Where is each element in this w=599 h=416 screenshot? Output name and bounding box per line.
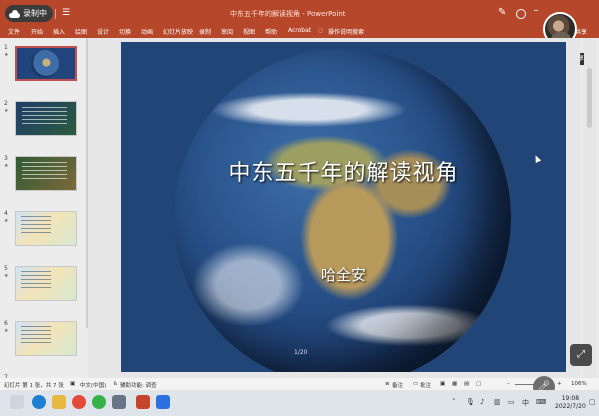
comments-icon: ▭ (413, 381, 419, 387)
slide-count: 幻灯片 第 1 张，共 7 张 (4, 383, 64, 389)
tell-me-search[interactable]: 操作说明搜索 (328, 27, 364, 36)
tab-acrobat[interactable]: Acrobat (288, 27, 311, 34)
earth-globe-image (174, 49, 511, 372)
normal-view-icon[interactable]: ▣ (440, 381, 445, 387)
account-icon[interactable] (516, 9, 526, 19)
star-icon: ★ (4, 273, 9, 279)
slide-thumbnail-3[interactable] (15, 156, 77, 191)
slide-thumbnails-pane: 1 ★ 2 ★ 3 ★ 4 ★ 5 ★ 6 ★ 7 (0, 38, 88, 381)
tab-transitions[interactable]: 切换 (119, 27, 131, 36)
cloud-icon (9, 9, 20, 18)
tab-insert[interactable]: 插入 (53, 27, 65, 36)
zoom-level[interactable]: 106% (571, 381, 587, 387)
minimize-button[interactable]: – (531, 4, 541, 18)
app-icon[interactable] (112, 395, 126, 409)
accessibility-status[interactable]: 辅助功能: 调查 (120, 381, 157, 389)
slide-sorter-icon[interactable]: ▦ (452, 381, 457, 387)
star-icon: ★ (4, 218, 9, 224)
accessibility-icon: ♿ (113, 381, 118, 387)
slide-thumbnail-2[interactable] (15, 101, 77, 136)
zoom-out-icon[interactable]: – (507, 381, 510, 387)
title-bar: 录制中 ☰ 中东五千年的解读视角 - PowerPoint ✎ – (0, 0, 599, 28)
slide-title: 中东五千年的解读视角 (228, 161, 459, 186)
star-icon: ★ (4, 108, 9, 114)
thumb-number: 2 (4, 100, 8, 107)
slide-thumbnail-5[interactable] (15, 266, 77, 301)
input-method-indicator[interactable]: 中 (522, 398, 529, 408)
tab-home[interactable]: 开始 (31, 27, 43, 36)
keyboard-icon[interactable]: ⌨ (536, 398, 546, 406)
meeting-app-icon[interactable] (156, 395, 170, 409)
thumb-number: 3 (4, 155, 8, 162)
microphone-tray-icon[interactable]: 🎙︎ (466, 398, 475, 406)
slideshow-view-icon[interactable]: ▢ (476, 381, 481, 387)
slide-thumbnail-1[interactable] (15, 46, 77, 81)
lightbulb-icon: ◌ (318, 27, 324, 34)
thumb-number: 4 (4, 210, 8, 217)
battery-icon[interactable]: ▭ (508, 398, 515, 406)
spellcheck-icon[interactable]: ▣ (70, 381, 75, 387)
slide-thumbnail-6[interactable] (15, 321, 77, 356)
scrollbar-thumb[interactable] (587, 68, 592, 128)
clock-time: 19:08 (561, 395, 580, 402)
tab-slideshow[interactable]: 幻灯片放映 (163, 27, 193, 36)
tab-file[interactable]: 文件 (8, 27, 20, 36)
tab-help[interactable]: 帮助 (265, 27, 277, 36)
comments-button[interactable]: 批注 (420, 381, 431, 389)
notes-button[interactable]: 备注 (392, 381, 403, 389)
tab-record[interactable]: 录制 (199, 27, 211, 36)
star-icon: ★ (4, 328, 9, 334)
tab-view[interactable]: 视图 (243, 27, 255, 36)
pen-icon[interactable]: ✎ (498, 7, 506, 19)
powerpoint-icon[interactable] (136, 395, 150, 409)
tab-draw[interactable]: 绘图 (75, 27, 87, 36)
clock-date: 2022/7/20 (555, 403, 586, 410)
tab-design[interactable]: 设计 (97, 27, 109, 36)
quick-access-menu-icon[interactable]: ☰ (62, 8, 70, 18)
system-clock[interactable]: 19:08 2022/7/20 (555, 395, 586, 411)
current-slide[interactable]: 中东五千年的解读视角 哈全安 1/20 (121, 42, 566, 372)
edge-browser-icon[interactable] (32, 395, 46, 409)
chrome-icon[interactable] (72, 395, 86, 409)
file-explorer-icon[interactable] (52, 395, 66, 409)
tab-animations[interactable]: 动画 (141, 27, 153, 36)
zoom-in-icon[interactable]: + (557, 381, 562, 387)
reading-view-icon[interactable]: ▤ (464, 381, 469, 387)
status-bar: 幻灯片 第 1 张，共 7 张 ▣ 中文(中国) ♿ 辅助功能: 调查 ≡ 备注… (0, 378, 599, 390)
slide-thumbnail-4[interactable] (15, 211, 77, 246)
thumb-number: 6 (4, 320, 8, 327)
vertical-scrollbar[interactable] (584, 38, 596, 378)
slide-author: 哈全安 (320, 266, 366, 284)
notes-icon: ≡ (385, 381, 390, 387)
ribbon-tabs: 文件 开始 插入 绘图 设计 切换 动画 幻灯片放映 录制 审阅 视图 帮助 A… (0, 25, 599, 38)
star-icon: ★ (4, 163, 9, 169)
windows-taskbar: ˄ 🎙︎ ♪ ▥ ▭ 中 ⌨ 19:08 2022/7/20 ▢ (0, 390, 599, 416)
page-indicator: 1/20 (294, 349, 308, 356)
language[interactable]: 中文(中国) (80, 381, 106, 389)
network-icon[interactable]: ▥ (494, 398, 501, 406)
start-icon[interactable] (10, 395, 24, 409)
tab-review[interactable]: 审阅 (221, 27, 233, 36)
separator (55, 9, 56, 19)
annotate-icon[interactable]: ⤢ (570, 344, 592, 366)
wechat-icon[interactable] (92, 395, 106, 409)
powerpoint-window: 录制中 ☰ 中东五千年的解读视角 - PowerPoint ✎ – 文件 开始 … (0, 0, 599, 416)
speaker-icon[interactable]: ♪ (480, 398, 484, 406)
recording-label: 录制中 (23, 9, 47, 18)
notification-icon[interactable]: ▢ (589, 398, 596, 406)
recording-indicator[interactable]: 录制中 (5, 5, 53, 22)
thumb-number: 1 (4, 44, 8, 51)
thumb-number: 5 (4, 265, 8, 272)
window-title: 中东五千年的解读视角 - PowerPoint (230, 10, 346, 18)
star-icon: ★ (4, 52, 9, 58)
show-hidden-icons-icon[interactable]: ˄ (452, 398, 456, 406)
